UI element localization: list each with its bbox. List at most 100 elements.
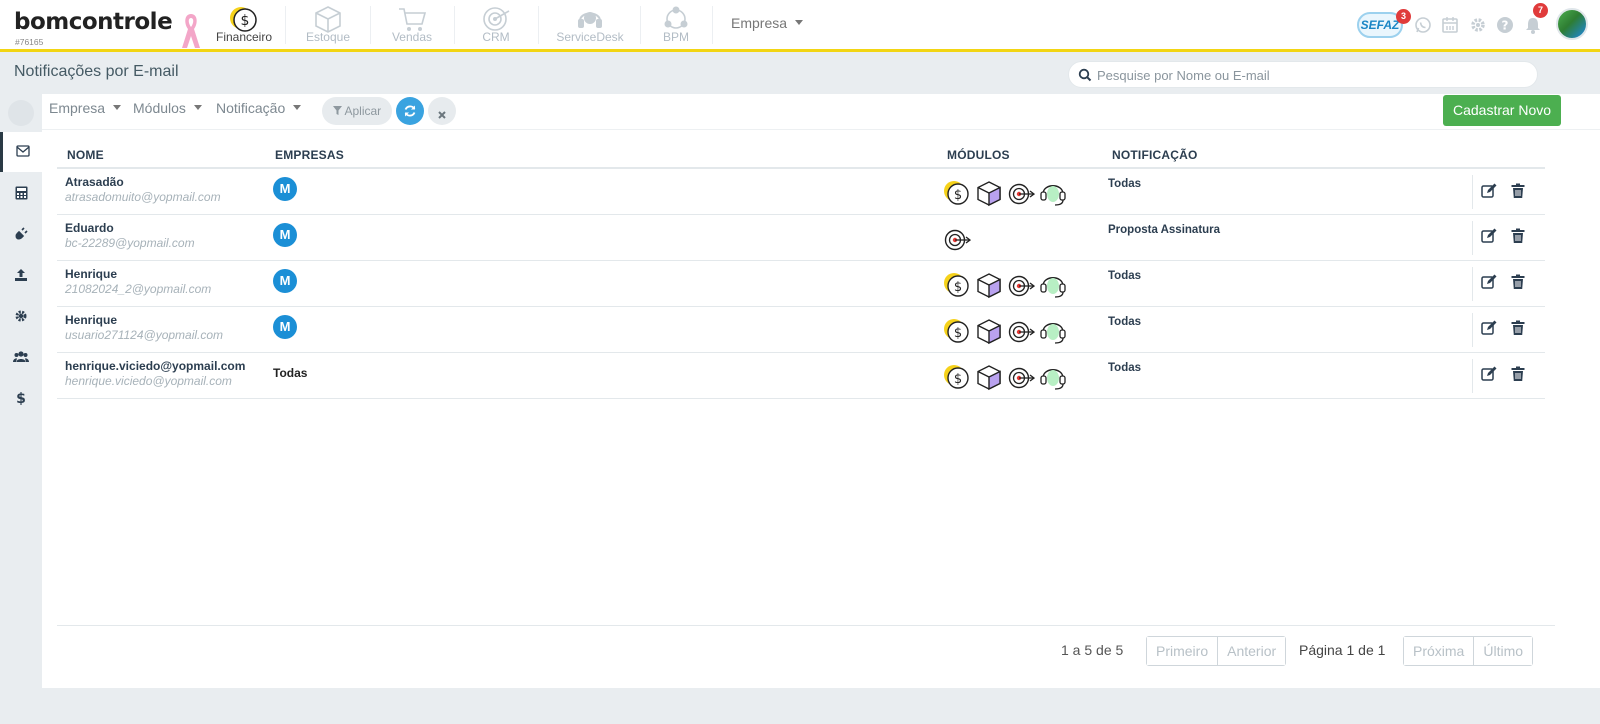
cell-actions xyxy=(1472,352,1545,399)
sidebar-item-settings[interactable] xyxy=(0,297,42,337)
financeiro-module-icon: $ xyxy=(943,179,971,210)
first-page-button[interactable]: Primeiro xyxy=(1147,637,1218,665)
filter-modulos[interactable]: Módulos xyxy=(133,100,202,116)
pagination-info: 1 a 5 de 5 xyxy=(1061,642,1124,658)
empresa-badge[interactable]: M xyxy=(273,222,297,247)
pagination-divider xyxy=(57,625,1555,626)
header-empresas[interactable]: EMPRESAS xyxy=(265,138,937,169)
filter-empresa[interactable]: Empresa xyxy=(49,100,122,116)
dollar-icon: $ xyxy=(16,391,26,407)
empresa-dropdown[interactable]: Empresa xyxy=(731,15,804,31)
cell-nome: Henrique usuario271124@yopmail.com xyxy=(57,306,265,353)
empresa-badge[interactable]: M xyxy=(273,314,297,339)
cell-empresas: M xyxy=(265,306,937,353)
close-icon xyxy=(438,107,446,122)
notification-type: Proposta Assinatura xyxy=(1108,223,1221,236)
module-vendas[interactable]: Vendas xyxy=(380,0,444,49)
edit-icon[interactable] xyxy=(1481,320,1497,339)
module-crm[interactable]: CRM xyxy=(464,0,528,49)
next-page-button[interactable]: Próxima xyxy=(1404,637,1474,665)
page-prefix: Página xyxy=(1299,642,1347,658)
estoque-module-icon xyxy=(975,179,1003,210)
module-financeiro[interactable]: $ Financeiro xyxy=(212,0,276,49)
filter-icon xyxy=(332,104,342,118)
apply-filter-button[interactable]: Aplicar xyxy=(322,97,392,125)
header-notificacao[interactable]: NOTIFICAÇÃO xyxy=(1102,138,1472,169)
table-row[interactable]: Henrique usuario271124@yopmail.com M $ T… xyxy=(57,306,1545,353)
servicedesk-module-icon xyxy=(1039,271,1067,302)
trash-icon[interactable] xyxy=(1511,320,1525,339)
search-input[interactable] xyxy=(1097,66,1527,84)
prev-page-button[interactable]: Anterior xyxy=(1217,637,1286,665)
sidebar-item-email[interactable] xyxy=(0,132,42,172)
empresa-label: Empresa xyxy=(731,15,788,31)
cell-empresas: Todas xyxy=(265,352,937,399)
sidebar-item-plug[interactable] xyxy=(0,215,42,255)
user-name: Atrasadão xyxy=(65,175,124,189)
table-row[interactable]: Atrasadão atrasadomuito@yopmail.com M $ … xyxy=(57,168,1545,215)
edit-icon[interactable] xyxy=(1481,366,1497,385)
header-modulos[interactable]: MÓDULOS xyxy=(937,138,1102,169)
module-servicedesk[interactable]: ServiceDesk xyxy=(548,0,632,49)
servicedesk-module-icon xyxy=(1039,363,1067,394)
logo-text: bomcontrole xyxy=(14,9,173,35)
table-row[interactable]: Henrique 21082024_2@yopmail.com M $ Toda… xyxy=(57,260,1545,307)
trash-icon[interactable] xyxy=(1511,274,1525,293)
crm-module-icon xyxy=(943,225,972,256)
sidebar-item-calculator[interactable] xyxy=(0,174,42,214)
envelope-icon xyxy=(15,144,30,160)
empresa-text: Todas xyxy=(273,365,308,380)
cell-notificacao: Todas xyxy=(1102,168,1472,215)
servicedesk-module-icon xyxy=(1039,179,1067,210)
apply-label: Aplicar xyxy=(344,104,382,118)
main-panel: Empresa Módulos Notificação Aplicar Cada… xyxy=(42,94,1600,688)
table-row[interactable]: henrique.viciedo@yopmail.com henrique.vi… xyxy=(57,352,1545,399)
edit-icon[interactable] xyxy=(1481,228,1497,247)
gear-icon[interactable] xyxy=(1469,16,1487,37)
help-icon[interactable]: ? xyxy=(1496,16,1514,37)
chevron-down-icon xyxy=(795,19,804,25)
trash-icon[interactable] xyxy=(1511,366,1525,385)
edit-icon[interactable] xyxy=(1481,274,1497,293)
module-estoque[interactable]: Estoque xyxy=(296,0,360,49)
app-logo[interactable]: bomcontrole xyxy=(14,9,173,35)
sidebar-item-finance[interactable]: $ xyxy=(0,379,42,419)
gear-icon xyxy=(14,309,28,326)
chevron-down-icon xyxy=(113,104,122,110)
trash-icon[interactable] xyxy=(1511,228,1525,247)
trash-icon[interactable] xyxy=(1511,183,1525,202)
filter-bar: Empresa Módulos Notificação Aplicar Cada… xyxy=(42,94,1600,130)
table-row[interactable]: Eduardo bc-22289@yopmail.com M Proposta … xyxy=(57,214,1545,261)
sidebar-item-upload[interactable] xyxy=(0,256,42,296)
empresa-badge[interactable]: M xyxy=(273,268,297,293)
avatar[interactable] xyxy=(1556,8,1588,40)
sidebar-item-users[interactable] xyxy=(0,338,42,378)
refresh-button[interactable] xyxy=(396,97,424,125)
header-actions xyxy=(1472,138,1545,169)
edit-icon[interactable] xyxy=(1481,183,1497,202)
whatsapp-icon[interactable] xyxy=(1414,16,1432,37)
bell-icon[interactable] xyxy=(1524,16,1542,37)
clear-filter-button[interactable] xyxy=(428,97,456,125)
header-nome[interactable]: NOME xyxy=(57,138,265,169)
cell-notificacao: Todas xyxy=(1102,306,1472,353)
cell-nome: Henrique 21082024_2@yopmail.com xyxy=(57,260,265,307)
add-new-button[interactable]: Cadastrar Novo xyxy=(1443,95,1561,126)
cell-empresas: M xyxy=(265,168,937,215)
estoque-module-icon xyxy=(975,317,1003,348)
calendar-icon[interactable] xyxy=(1441,16,1459,37)
filter-notificacao[interactable]: Notificação xyxy=(216,100,302,116)
last-page-button[interactable]: Último xyxy=(1473,637,1533,665)
svg-text:?: ? xyxy=(1502,19,1509,33)
search-box[interactable] xyxy=(1068,61,1538,88)
account-id: #76165 xyxy=(15,37,44,47)
empresa-badge[interactable]: M xyxy=(273,177,297,201)
collapse-toggle[interactable] xyxy=(8,100,34,126)
user-name: Eduardo xyxy=(65,220,114,235)
module-bpm[interactable]: BPM xyxy=(650,0,702,49)
cell-empresas: M xyxy=(265,260,937,307)
estoque-module-icon xyxy=(975,271,1003,302)
cell-actions xyxy=(1472,260,1545,307)
chevron-down-icon xyxy=(193,104,202,110)
servicedesk-module-icon xyxy=(1039,317,1067,348)
